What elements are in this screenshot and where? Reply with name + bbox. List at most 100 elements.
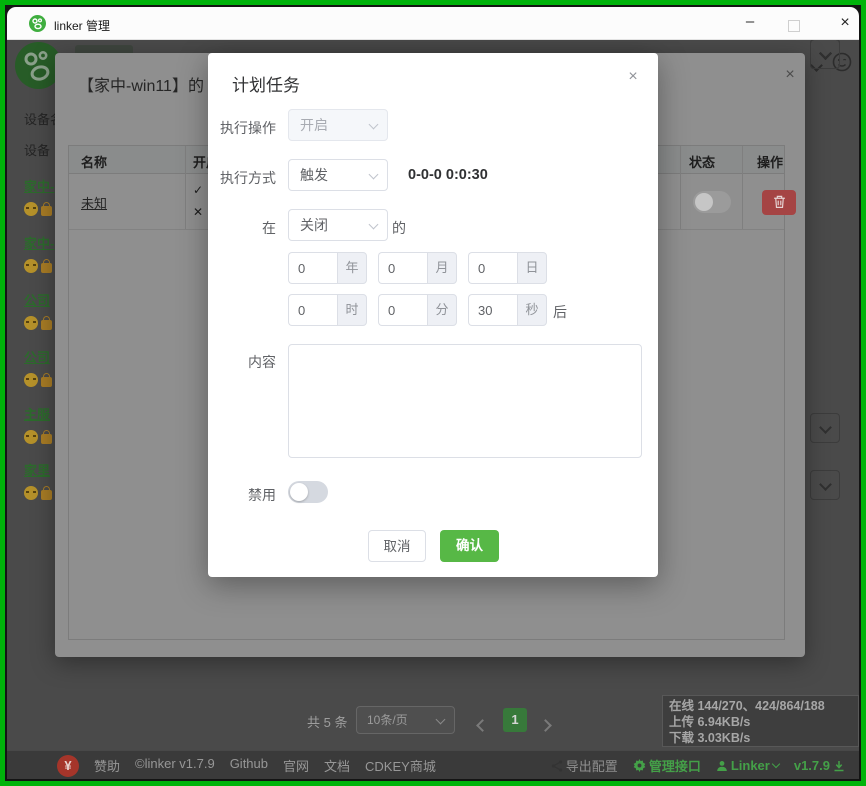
- pagination-next-button[interactable]: [541, 717, 550, 735]
- action-select-value: 开启: [300, 117, 328, 133]
- device-list-item[interactable]: 家中-: [24, 233, 57, 275]
- year-unit: 年: [337, 252, 367, 284]
- page-size-value: 10条/页: [367, 713, 408, 727]
- device-status-icons: [24, 373, 57, 389]
- device-name-link[interactable]: 家里: [24, 460, 57, 479]
- minute-input[interactable]: [378, 294, 427, 326]
- year-input[interactable]: [288, 252, 337, 284]
- filter-label-device: 设备: [24, 140, 56, 159]
- device-name-link[interactable]: 公司: [24, 290, 57, 309]
- mode-select-value: 触发: [300, 167, 328, 183]
- device-name-link[interactable]: 家中-: [24, 176, 57, 195]
- version-download[interactable]: v1.7.9: [794, 758, 845, 773]
- stat-upload: 上传 6.94KB/s: [669, 714, 852, 730]
- chevron-down-icon: [369, 170, 379, 180]
- action-select: 开启: [288, 109, 388, 141]
- footer: ¥ 赞助 ©linker v1.7.9 Github 官网文档 CDKEY商城 导出配置…: [7, 750, 859, 779]
- lock-icon: [41, 206, 52, 216]
- task-times: ✓ ✕: [193, 179, 203, 223]
- hour-unit: 时: [337, 294, 367, 326]
- device-row-expand-button[interactable]: [810, 470, 840, 500]
- pagination-prev-button[interactable]: [478, 717, 487, 735]
- lock-icon: [41, 490, 52, 500]
- col-action: 操作: [757, 152, 783, 171]
- traffic-stats: 在线 144/270、424/864/188 上传 6.94KB/s 下载 3.…: [662, 695, 859, 747]
- year-input-group: 年: [288, 252, 367, 284]
- chevron-down-icon: [772, 760, 780, 768]
- filter-label-device-name: 设备名: [24, 109, 56, 128]
- minimize-button[interactable]: –: [738, 11, 762, 35]
- month-input[interactable]: [378, 252, 427, 284]
- emoji-face-icon: [24, 373, 38, 387]
- window-title: linker 管理: [54, 17, 110, 34]
- pagination-page-1[interactable]: 1: [503, 708, 527, 732]
- footer-link[interactable]: 赞助: [94, 756, 120, 775]
- task-name-link[interactable]: 未知: [81, 193, 107, 212]
- device-list-item[interactable]: 公司: [24, 347, 57, 389]
- footer-link[interactable]: CDKEY商城: [365, 756, 436, 775]
- device-name-link[interactable]: 公司: [24, 347, 57, 366]
- confirm-button[interactable]: 确认: [440, 530, 499, 562]
- disable-toggle[interactable]: [288, 481, 328, 503]
- device-status-icons: [24, 486, 57, 502]
- device-status-icons: [24, 316, 57, 332]
- col-name: 名称: [81, 152, 107, 171]
- user-menu[interactable]: Linker: [716, 758, 779, 773]
- footer-link[interactable]: 官网: [283, 756, 309, 775]
- stat-online: 在线 144/270、424/864/188: [669, 698, 852, 714]
- device-row-expand-button[interactable]: [810, 39, 840, 69]
- action-label: 执行操作: [208, 118, 276, 138]
- download-icon: [833, 760, 845, 772]
- month-input-group: 月: [378, 252, 457, 284]
- month-unit: 月: [427, 252, 457, 284]
- day-input-group: 日: [468, 252, 547, 284]
- footer-link[interactable]: ©linker v1.7.9: [135, 756, 215, 775]
- device-row-expand-button[interactable]: [810, 413, 840, 443]
- disable-label: 禁用: [208, 485, 276, 505]
- device-list-item[interactable]: 家里: [24, 460, 57, 502]
- task-enabled-toggle[interactable]: [693, 191, 731, 213]
- close-window-button[interactable]: ×: [833, 11, 857, 35]
- device-name-link[interactable]: 家中-: [24, 233, 57, 252]
- user-icon: [716, 760, 728, 772]
- device-name-link[interactable]: 主服: [24, 404, 57, 423]
- device-status-icons: [24, 259, 57, 275]
- chevron-down-icon: [369, 120, 379, 130]
- emoji-face-icon: [24, 316, 38, 330]
- lock-icon: [41, 377, 52, 387]
- close-icon[interactable]: ×: [622, 66, 644, 88]
- when-select[interactable]: 关闭: [288, 209, 388, 241]
- close-icon[interactable]: ×: [780, 66, 800, 86]
- delete-task-button[interactable]: [762, 190, 796, 215]
- emoji-face-icon: [24, 430, 38, 444]
- device-list-item[interactable]: 家中-: [24, 176, 57, 218]
- export-config-button[interactable]: 导出配置: [551, 756, 618, 775]
- footer-link[interactable]: Github: [230, 756, 268, 775]
- cancel-button[interactable]: 取消: [368, 530, 426, 562]
- footer-link[interactable]: 文档: [324, 756, 350, 775]
- footer-links: 赞助 ©linker v1.7.9 Github 官网文档 CDKEY商城: [94, 756, 436, 775]
- when-select-value: 关闭: [300, 217, 328, 233]
- sponsor-icon[interactable]: ¥: [57, 755, 79, 777]
- stat-download: 下载 3.03KB/s: [669, 730, 852, 746]
- device-list-item[interactable]: 主服: [24, 404, 57, 446]
- maximize-button[interactable]: [788, 20, 800, 32]
- second-input-group: 秒: [468, 294, 547, 326]
- lock-icon: [41, 434, 52, 444]
- mode-select[interactable]: 触发: [288, 159, 388, 191]
- device-list-item[interactable]: 公司: [24, 290, 57, 332]
- page-size-select[interactable]: 10条/页: [356, 706, 455, 734]
- hour-input[interactable]: [288, 294, 337, 326]
- trigger-time-hint: 0-0-0 0:0:30: [408, 167, 488, 183]
- lock-icon: [41, 263, 52, 273]
- emoji-face-icon: [24, 486, 38, 500]
- content-label: 内容: [208, 352, 276, 372]
- gear-icon: [633, 759, 646, 772]
- pagination-total: 共 5 条: [307, 712, 347, 731]
- device-status-icons: [24, 430, 57, 446]
- second-input[interactable]: [468, 294, 517, 326]
- content-textarea[interactable]: [288, 344, 642, 458]
- day-input[interactable]: [468, 252, 517, 284]
- admin-api-button[interactable]: 管理接口: [633, 756, 701, 775]
- minute-unit: 分: [427, 294, 457, 326]
